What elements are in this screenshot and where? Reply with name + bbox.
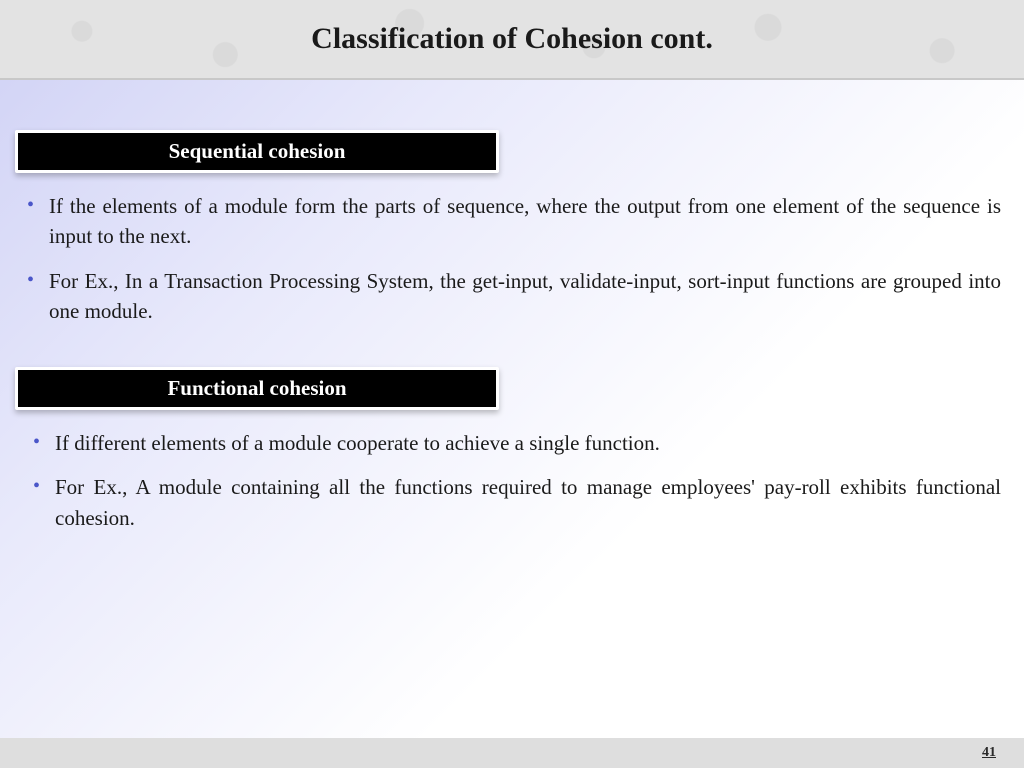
section-heading: Functional cohesion (18, 370, 496, 407)
section-sequential: Sequential cohesion If the elements of a… (15, 130, 1009, 327)
page-title: Classification of Cohesion cont. (311, 22, 713, 56)
footer-bar: 41 (0, 738, 1024, 768)
content-area: Sequential cohesion If the elements of a… (0, 80, 1024, 533)
slide: Classification of Cohesion cont. Sequent… (0, 0, 1024, 768)
list-item: For Ex., In a Transaction Processing Sys… (23, 266, 1001, 327)
list-item: If the elements of a module form the par… (23, 191, 1001, 252)
list-item: If different elements of a module cooper… (29, 428, 1001, 458)
section-functional: Functional cohesion If different element… (15, 367, 1009, 533)
section-heading-wrap: Sequential cohesion (15, 130, 499, 173)
list-item: For Ex., A module containing all the fun… (29, 472, 1001, 533)
page-number: 41 (982, 745, 996, 761)
bullet-list: If different elements of a module cooper… (29, 428, 1001, 533)
header-bar: Classification of Cohesion cont. (0, 0, 1024, 80)
section-heading-wrap: Functional cohesion (15, 367, 499, 410)
bullet-list: If the elements of a module form the par… (23, 191, 1001, 327)
section-heading: Sequential cohesion (18, 133, 496, 170)
